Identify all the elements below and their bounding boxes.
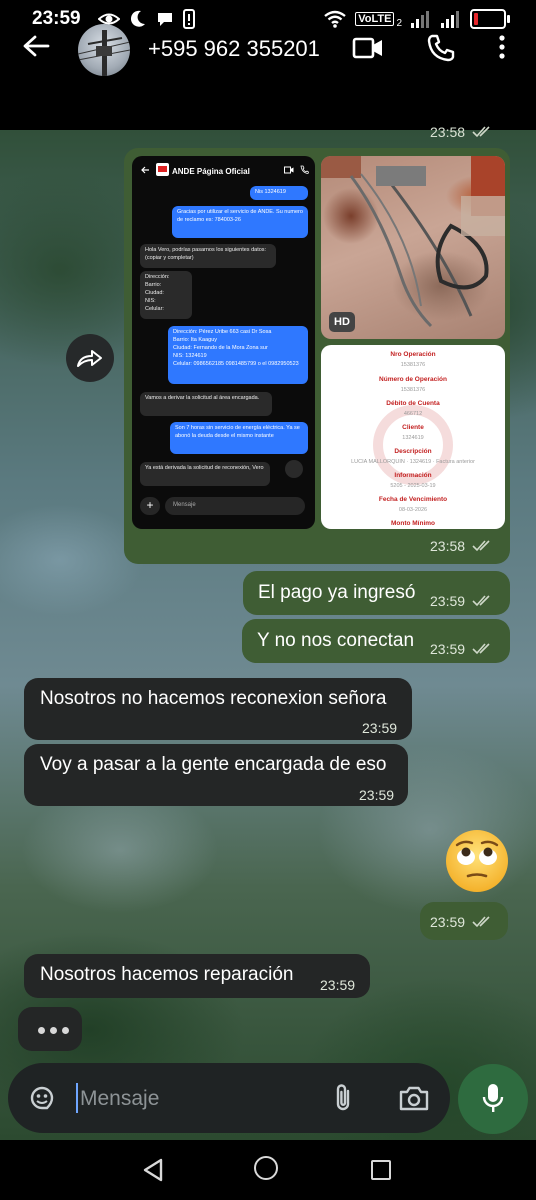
message-bubble-outgoing[interactable]: Y no nos conectan 23:59 (242, 619, 510, 663)
volte-badge: VoLTE (355, 11, 395, 26)
signal-icon (411, 10, 429, 28)
forward-icon (77, 350, 102, 367)
chat-bubble-icon (158, 13, 172, 26)
alert-icon (183, 9, 195, 29)
message-bubble-incoming[interactable]: Nosotros hacemos reparación 23:59 (24, 954, 370, 998)
moon-icon (130, 10, 145, 27)
receipt-label: Número de Operación (379, 376, 447, 383)
more-options-icon[interactable] (496, 34, 508, 60)
sticker-icon[interactable] (28, 1084, 56, 1112)
read-ticks-icon (472, 595, 490, 607)
status-time: 23:59 (32, 8, 81, 29)
typing-dot (50, 1027, 57, 1034)
message-text: Nosotros hacemos reparación (40, 964, 294, 985)
read-ticks-icon (472, 916, 490, 928)
message-text: Y no nos conectan (257, 630, 415, 651)
typing-indicator (18, 1007, 82, 1051)
message-time: 23:58 (430, 538, 466, 554)
screenshot-plus-icon: + (140, 497, 160, 515)
message-time: 23:59 (430, 641, 466, 657)
attach-icon[interactable] (330, 1082, 356, 1114)
receipt-value: 1324619 (402, 435, 424, 441)
message-time: 23:59 (320, 977, 356, 993)
message-time: 23:59 (430, 914, 466, 930)
phone-call-icon[interactable] (426, 33, 456, 63)
receipt-value: 5205 - 2025-03-19 (390, 483, 436, 489)
typing-dot (62, 1027, 69, 1034)
media-screenshot[interactable]: ANDE Página Oficial Nis 1324619 Gracias … (132, 156, 315, 529)
message-bubble-incoming[interactable]: Voy a pasar a la gente encargada de eso … (24, 744, 408, 806)
media-receipt[interactable]: Nro Operación 15381376 Número de Operaci… (321, 345, 505, 529)
read-ticks-icon (472, 643, 490, 655)
rolling-eyes-emoji-icon[interactable] (444, 828, 510, 894)
receipt-label: Información (394, 472, 432, 479)
camera-icon[interactable] (398, 1084, 430, 1112)
screenshot-msg: Dirección: Pérez Uribe 663 casi Dr Sosa … (168, 326, 308, 384)
read-ticks-icon (472, 126, 490, 138)
battery-icon (470, 8, 510, 29)
message-time: 23:59 (359, 787, 395, 803)
screenshot-title: ANDE Página Oficial (172, 167, 250, 176)
screenshot-msg: Gracias por utilizar el servicio de ANDE… (172, 206, 308, 238)
screenshot-input: Mensaje (165, 497, 305, 515)
forward-button[interactable] (66, 334, 114, 382)
message-input-bar[interactable] (8, 1063, 450, 1133)
receipt-label: Fecha de Vencimiento (378, 496, 448, 503)
receipt-label: Descripción (394, 448, 432, 455)
receipt-value: 08-03-2026 (398, 507, 428, 513)
hd-badge: HD (329, 312, 355, 332)
screenshot-msg: Son 7 horas sin servicio de energía eléc… (170, 422, 308, 454)
message-bubble-outgoing[interactable]: 23:59 (420, 902, 508, 940)
receipt-label: Débito de Cuenta (386, 400, 440, 407)
message-bubble-outgoing[interactable]: El pago ya ingresó 23:59 (243, 571, 510, 615)
screenshot-msg: Dirección: Barrio: Ciudad: NIS: Celular: (140, 271, 192, 319)
message-time: 23:59 (362, 720, 398, 736)
receipt-value: 466712 (403, 411, 423, 417)
receipt-value: 15381376 (400, 362, 426, 368)
wifi-icon (324, 10, 346, 28)
screenshot-msg: Vamos a derivar la solicitud al área enc… (140, 392, 272, 416)
nav-recent-apps-icon[interactable] (371, 1160, 391, 1180)
back-arrow-icon[interactable] (22, 34, 50, 58)
screenshot-video-icon (284, 166, 294, 174)
message-text: El pago ya ingresó (258, 582, 416, 603)
receipt-value: 15381376 (400, 387, 426, 393)
message-time: 23:59 (430, 593, 466, 609)
screenshot-back-icon (141, 166, 149, 174)
microphone-icon (482, 1084, 504, 1112)
nav-back-icon[interactable] (141, 1157, 165, 1183)
message-text: Nosotros no hacemos reconexion señora (40, 688, 387, 709)
screenshot-phone-icon (300, 165, 309, 174)
screenshot-msg: Nis 1324619 (250, 186, 308, 200)
message-bubble-incoming[interactable]: Nosotros no hacemos reconexion señora 23… (24, 678, 412, 740)
message-text: Voy a pasar a la gente encargada de eso (40, 754, 387, 775)
receipt-label: Monto Mínimo (390, 520, 436, 527)
screenshot-scroll-down-icon (285, 460, 303, 478)
screenshot-msg: Ya está derivada la solicitud de reconex… (140, 462, 270, 486)
receipt-label: Nro Operación (390, 351, 436, 358)
avatar[interactable] (78, 24, 130, 76)
receipt-value: LUCIA MALLORQUIN · 1324619 · Factura ant… (351, 459, 475, 465)
sim-number: 2 (396, 18, 402, 29)
text-cursor (76, 1083, 78, 1113)
receipt-label: Cliente (402, 424, 424, 431)
contact-name[interactable]: +595 962 355201 (148, 36, 320, 62)
screenshot-ande-logo (156, 163, 169, 176)
screenshot-msg: Hola Vero, podrías pasarnos los siguient… (140, 244, 276, 268)
previous-message-time: 23:58 (430, 124, 466, 140)
read-ticks-icon (472, 540, 490, 552)
nav-home-icon[interactable] (254, 1156, 278, 1180)
video-call-icon[interactable] (352, 36, 384, 60)
message-input[interactable]: Mensaje (80, 1087, 159, 1111)
signal-icon-2 (441, 10, 459, 28)
typing-dot (38, 1027, 45, 1034)
